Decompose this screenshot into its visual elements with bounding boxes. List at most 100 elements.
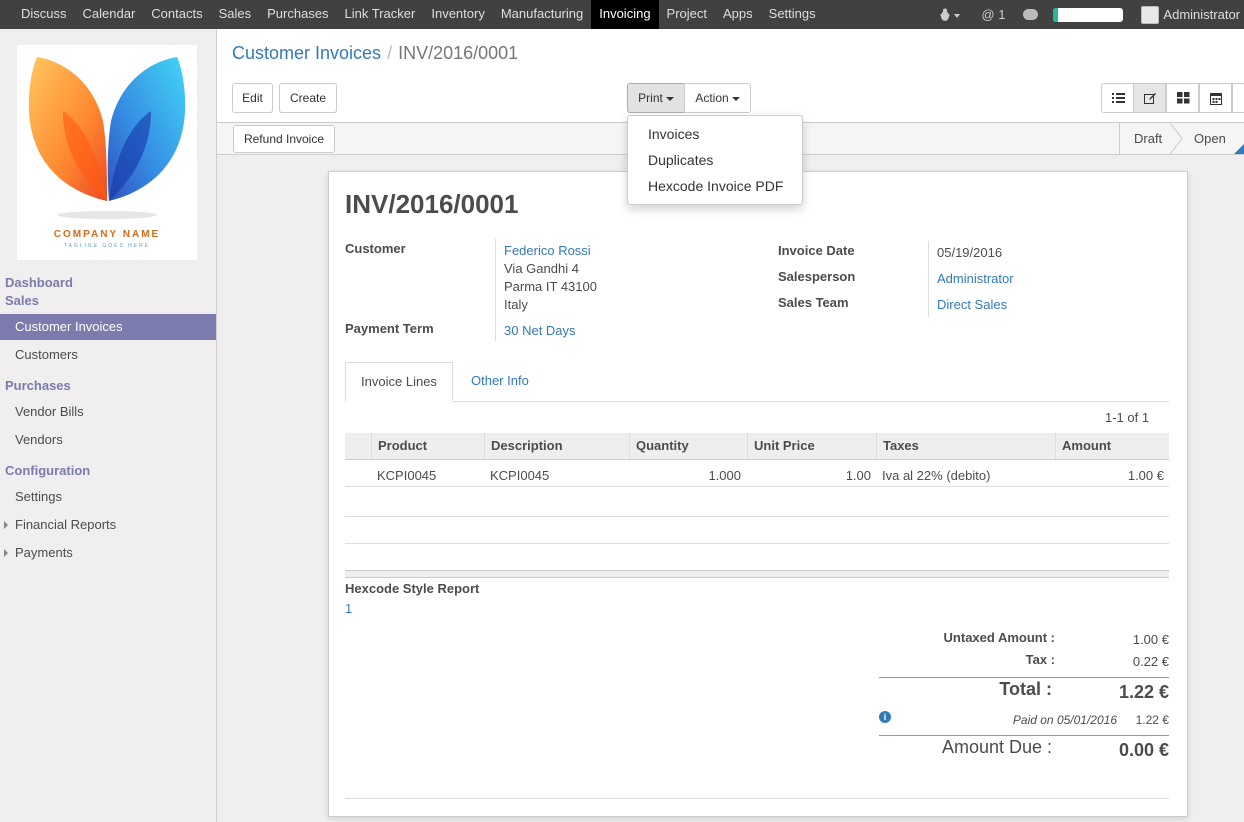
tab-other-info[interactable]: Other Info — [471, 362, 529, 402]
app-menu: Discuss Calendar Contacts Sales Purchase… — [13, 0, 824, 29]
sales-team-link[interactable]: Direct Sales — [937, 297, 1007, 312]
cell-taxes: Iva al 22% (debito) — [882, 468, 991, 483]
column-header-taxes[interactable]: Taxes — [876, 433, 1055, 459]
menu-manufacturing[interactable]: Manufacturing — [493, 0, 591, 29]
sidebar-item-settings[interactable]: Settings — [0, 484, 216, 510]
mentions-icon[interactable]: @ 1 — [981, 7, 1005, 22]
calendar-view-button[interactable] — [1199, 83, 1232, 113]
print-dropdown-menu: Invoices Duplicates Hexcode Invoice PDF — [627, 115, 803, 205]
top-navbar: Discuss Calendar Contacts Sales Purchase… — [0, 0, 1244, 29]
table-row[interactable]: KCPI0045 KCPI0045 1.000 1.00 Iva al 22% … — [345, 460, 1169, 487]
divider — [928, 241, 929, 317]
amount-due-value: 0.00 € — [1118, 740, 1169, 760]
action-label: Action — [695, 91, 729, 105]
sales-team-label: Sales Team — [778, 295, 849, 310]
refund-invoice-button[interactable]: Refund Invoice — [233, 125, 335, 153]
pager[interactable]: 1-1 of 1 — [1105, 410, 1149, 425]
invoice-number: INV/2016/0001 — [345, 189, 519, 219]
totals-divider — [879, 735, 1169, 736]
total-value: 1.22 € — [1118, 682, 1169, 702]
invoice-date-value: 05/19/2016 — [937, 245, 1003, 260]
print-menu-item-hexcode-pdf[interactable]: Hexcode Invoice PDF — [648, 178, 783, 194]
sheet-bottom-line — [345, 798, 1169, 799]
column-header-quantity[interactable]: Quantity — [629, 433, 747, 459]
edit-form-icon — [1144, 93, 1156, 104]
sidebar-section-sales: Sales — [5, 293, 39, 308]
menu-link-tracker[interactable]: Link Tracker — [337, 0, 424, 29]
menu-invoicing[interactable]: Invoicing — [591, 0, 659, 29]
create-button[interactable]: Create — [279, 83, 337, 113]
menu-calendar[interactable]: Calendar — [75, 0, 144, 29]
invoice-date-label: Invoice Date — [778, 243, 855, 258]
company-logo[interactable]: COMPANY NAME TAGLINE GOES HERE — [17, 45, 197, 260]
sidebar-section-dashboard[interactable]: Dashboard — [5, 275, 73, 290]
sidebar-item-vendor-bills[interactable]: Vendor Bills — [0, 399, 216, 425]
print-menu-item-duplicates[interactable]: Duplicates — [648, 152, 713, 168]
paid-value: 1.22 € — [1135, 713, 1169, 727]
stage-bar: Draft Open — [1119, 123, 1244, 154]
empty-row-line — [345, 516, 1169, 517]
debug-bug-icon[interactable] — [939, 8, 961, 22]
sidebar-section-configuration: Configuration — [5, 463, 91, 478]
chat-icon[interactable] — [1023, 9, 1039, 20]
stage-open[interactable]: Open — [1194, 123, 1226, 154]
salesperson-label: Salesperson — [778, 269, 856, 284]
list-view-button[interactable] — [1101, 83, 1134, 113]
sidebar: COMPANY NAME TAGLINE GOES HERE Dashboard… — [0, 29, 217, 822]
customer-name-link[interactable]: Federico Rossi — [504, 243, 591, 258]
progress-fill — [1053, 7, 1058, 22]
column-header-description[interactable]: Description — [484, 433, 629, 459]
totals-divider — [879, 677, 1169, 678]
sidebar-item-customers[interactable]: Customers — [0, 342, 216, 368]
breadcrumb-current: INV/2016/0001 — [398, 43, 519, 63]
graph-view-button[interactable] — [1232, 83, 1244, 113]
company-logo-icon — [28, 57, 186, 219]
tax-value: 0.22 € — [1132, 654, 1169, 669]
amount-due-label: Amount Due : — [941, 737, 1052, 757]
menu-project[interactable]: Project — [659, 0, 715, 29]
payment-term-link[interactable]: 30 Net Days — [504, 323, 576, 338]
user-avatar[interactable] — [1141, 5, 1160, 24]
action-button[interactable]: Action — [684, 83, 751, 113]
list-icon — [1112, 93, 1125, 103]
untaxed-amount-value: 1.00 € — [1132, 632, 1169, 647]
print-menu-item-invoices[interactable]: Invoices — [648, 126, 699, 142]
breadcrumb-parent[interactable]: Customer Invoices — [232, 43, 381, 63]
control-panel: Customer Invoices / INV/2016/0001 Edit Cre… — [217, 29, 1244, 123]
column-header-product[interactable]: Product — [371, 433, 483, 459]
sidebar-section-purchases: Purchases — [5, 378, 71, 393]
hexcode-report-value[interactable]: 1 — [345, 601, 352, 616]
tabs-underline — [345, 401, 1169, 402]
salesperson-link[interactable]: Administrator — [937, 271, 1014, 286]
logo-tagline: TAGLINE GOES HERE — [63, 243, 151, 249]
menu-contacts[interactable]: Contacts — [143, 0, 210, 29]
print-button[interactable]: Print — [627, 83, 685, 113]
menu-purchases[interactable]: Purchases — [259, 0, 336, 29]
stage-draft[interactable]: Draft — [1134, 123, 1162, 154]
form-view-button[interactable] — [1133, 83, 1166, 113]
sidebar-item-customer-invoices[interactable]: Customer Invoices — [0, 314, 216, 340]
kanban-view-button[interactable] — [1166, 83, 1199, 113]
hexcode-report-label: Hexcode Style Report — [345, 581, 480, 596]
menu-inventory[interactable]: Inventory — [423, 0, 492, 29]
column-header-amount[interactable]: Amount — [1055, 433, 1169, 459]
menu-apps[interactable]: Apps — [715, 0, 761, 29]
caret-down-icon — [665, 96, 674, 101]
payment-info-icon[interactable]: i — [879, 711, 891, 723]
column-header-unit-price[interactable]: Unit Price — [747, 433, 876, 459]
menu-sales[interactable]: Sales — [211, 0, 260, 29]
caret-down-icon — [731, 96, 740, 101]
menu-settings[interactable]: Settings — [761, 0, 824, 29]
payment-term-label: Payment Term — [345, 321, 434, 336]
user-menu[interactable]: Administrator — [1163, 7, 1240, 22]
customer-address-line1: Via Gandhi 4 — [504, 261, 579, 276]
sidebar-item-vendors[interactable]: Vendors — [0, 427, 216, 453]
menu-discuss[interactable]: Discuss — [13, 0, 75, 29]
total-label: Total : — [999, 679, 1052, 699]
edit-button[interactable]: Edit — [232, 83, 273, 113]
tab-invoice-lines[interactable]: Invoice Lines — [345, 362, 453, 402]
table-footer — [345, 570, 1169, 578]
sidebar-item-financial-reports[interactable]: Financial Reports — [0, 512, 216, 538]
cell-product: KCPI0045 — [377, 468, 437, 483]
sidebar-item-payments[interactable]: Payments — [0, 540, 216, 566]
